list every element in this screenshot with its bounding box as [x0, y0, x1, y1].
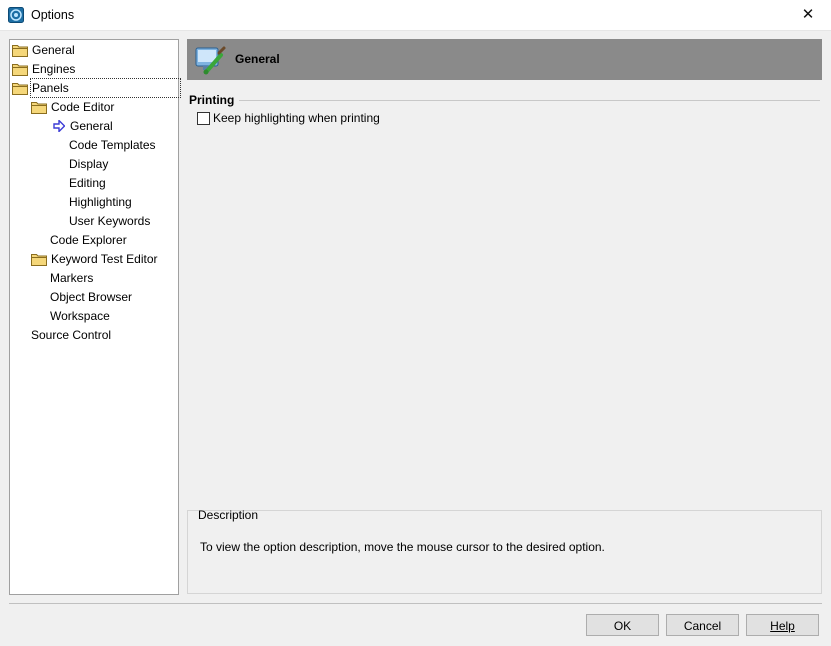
tree-item-code-templates[interactable]: Code Templates: [68, 136, 157, 154]
group-divider: [239, 100, 820, 101]
ok-button[interactable]: OK: [586, 614, 659, 636]
keep-highlighting-option[interactable]: Keep highlighting when printing: [197, 111, 380, 127]
tree-item-label: Code Explorer: [50, 233, 127, 247]
folder-icon: [12, 83, 28, 95]
arrow-right-icon: [53, 120, 65, 132]
description-box: Description To view the option descripti…: [187, 508, 822, 594]
tree-item-label: Highlighting: [69, 195, 132, 209]
tree-item-label: Markers: [50, 271, 94, 285]
tree-item-object-browser[interactable]: Object Browser: [49, 288, 133, 306]
panel-header: General: [187, 39, 822, 80]
tree-item-general[interactable]: General: [12, 41, 76, 59]
cancel-button[interactable]: Cancel: [666, 614, 739, 636]
tree-item-display[interactable]: Display: [68, 155, 109, 173]
help-button[interactable]: Help: [746, 614, 819, 636]
close-icon: ✕: [801, 6, 815, 23]
tree-item-markers[interactable]: Markers: [49, 269, 94, 287]
tree-item-label: Engines: [32, 62, 76, 76]
tree-item-label: General: [70, 119, 113, 133]
tree-item-label: Source Control: [31, 328, 112, 342]
tree-item-label: General: [32, 43, 75, 57]
footer-divider: [9, 603, 822, 604]
tree-item-workspace[interactable]: Workspace: [49, 307, 111, 325]
settings-brush-icon: [195, 46, 226, 75]
description-title: Description: [198, 508, 259, 522]
title-bar: Options ✕: [0, 0, 831, 31]
options-tree[interactable]: General Engines Panels Code Editor Gener…: [9, 39, 181, 595]
folder-icon: [12, 45, 28, 57]
panel-title: General: [235, 52, 280, 66]
tree-item-label: Object Browser: [50, 290, 133, 304]
tree-item-editing[interactable]: Editing: [68, 174, 107, 192]
description-text: To view the option description, move the…: [200, 540, 605, 554]
tree-item-label: Editing: [69, 176, 106, 190]
keep-highlighting-label[interactable]: Keep highlighting when printing: [213, 111, 380, 126]
tree-item-source-control[interactable]: Source Control: [30, 326, 112, 344]
tree-item-label: Display: [69, 157, 109, 171]
printing-group-label: Printing: [189, 93, 235, 107]
folder-icon: [31, 102, 47, 114]
tree-item-code-editor[interactable]: Code Editor: [31, 98, 115, 116]
tree-item-label: Panels: [30, 78, 181, 98]
options-panel: General Printing Keep highlighting when …: [187, 39, 822, 595]
folder-icon: [31, 254, 47, 266]
tree-item-keyword-test-editor[interactable]: Keyword Test Editor: [31, 250, 159, 268]
tree-item-label: Keyword Test Editor: [51, 252, 158, 266]
tree-item-user-keywords[interactable]: User Keywords: [68, 212, 151, 230]
tree-item-panels[interactable]: Panels: [12, 78, 181, 98]
tree-item-label: User Keywords: [69, 214, 151, 228]
tree-item-engines[interactable]: Engines: [12, 60, 76, 78]
tree-item-code-editor-general[interactable]: General: [53, 117, 114, 135]
close-button[interactable]: ✕: [785, 0, 831, 31]
tree-item-code-explorer[interactable]: Code Explorer: [49, 231, 128, 249]
tree-item-label: Workspace: [50, 309, 110, 323]
app-icon: [8, 7, 24, 23]
window-title: Options: [31, 8, 75, 22]
folder-icon: [12, 64, 28, 76]
tree-item-highlighting[interactable]: Highlighting: [68, 193, 133, 211]
tree-item-label: Code Templates: [69, 138, 156, 152]
keep-highlighting-checkbox[interactable]: [197, 112, 210, 125]
tree-item-label: Code Editor: [51, 100, 115, 114]
